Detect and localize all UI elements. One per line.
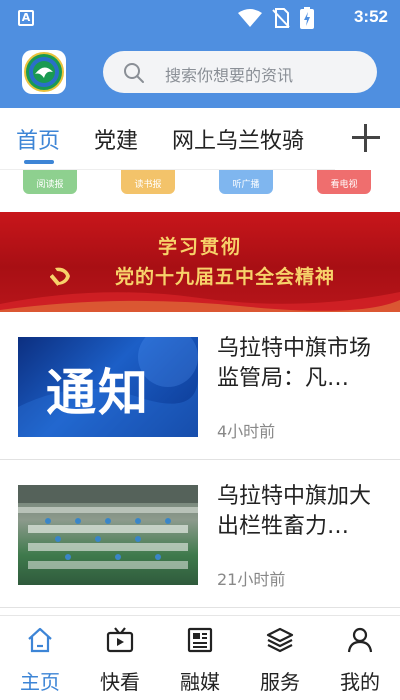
channel-tabs: 首页 党建 网上乌兰牧骑 [0,108,400,170]
banner-subheadline: 党的十九届五中全会精神 [114,266,335,288]
search-placeholder: 搜索你想要的资讯 [165,66,294,85]
news-time: 21小时前 [217,570,286,589]
quick-links: 阅读报 读书报 听广播 看电视 [0,170,400,200]
quick-link-radio[interactable]: 听广播 [219,170,273,194]
battery-charging-icon [300,7,314,29]
nav-media[interactable]: 融媒 [160,616,240,700]
news-time: 4小时前 [217,422,276,441]
news-thumbnail: 通知 [18,337,198,437]
newspaper-icon [187,627,213,653]
home-icon [28,627,52,653]
nav-services[interactable]: 服务 [240,616,320,700]
county-emblem-logo[interactable] [22,50,66,94]
quick-link-read-newspaper[interactable]: 阅读报 [23,170,77,194]
layers-icon [266,627,294,653]
app-notification-icon: A [18,10,34,26]
promo-banner[interactable]: 学习贯彻 党的十九届五中全会精神 [0,212,400,312]
banner-headline: 学习贯彻 [157,236,242,258]
no-sim-icon [272,8,290,28]
search-icon [124,63,144,83]
news-title: 乌拉特中旗加大出栏牲畜力… [217,484,372,539]
quick-link-read-book[interactable]: 读书报 [121,170,175,194]
news-item[interactable]: 通知 乌拉特中旗市场监管局：凡… 4小时前 [0,312,400,460]
nav-quick-watch[interactable]: 快看 [80,616,160,700]
quick-link-tv[interactable]: 看电视 [317,170,371,194]
tab-party-building[interactable]: 党建 [94,123,138,155]
video-icon [106,627,134,653]
search-bar[interactable]: 搜索你想要的资讯 [103,51,377,93]
add-channel-button[interactable] [352,124,380,152]
wifi-icon [238,9,262,27]
active-tab-indicator [24,160,54,164]
news-title: 乌拉特中旗市场监管局：凡… [217,336,372,391]
nav-profile[interactable]: 我的 [320,616,400,700]
clock: 3:52 [353,7,388,26]
news-item[interactable]: 乌拉特中旗加大出栏牲畜力… 21小时前 [0,460,400,608]
news-thumbnail [18,485,198,585]
app-header: 搜索你想要的资讯 [0,36,400,108]
tab-home[interactable]: 首页 [16,123,60,155]
notice-thumbnail-text: 通知 [46,364,150,422]
status-bar: A 3:52 [0,0,400,36]
bottom-navigation: 主页 快看 融媒 服务 我的 [0,615,400,700]
tab-online-ulan-muqir[interactable]: 网上乌兰牧骑 [172,123,304,155]
nav-home[interactable]: 主页 [0,616,80,700]
user-icon [347,627,373,653]
